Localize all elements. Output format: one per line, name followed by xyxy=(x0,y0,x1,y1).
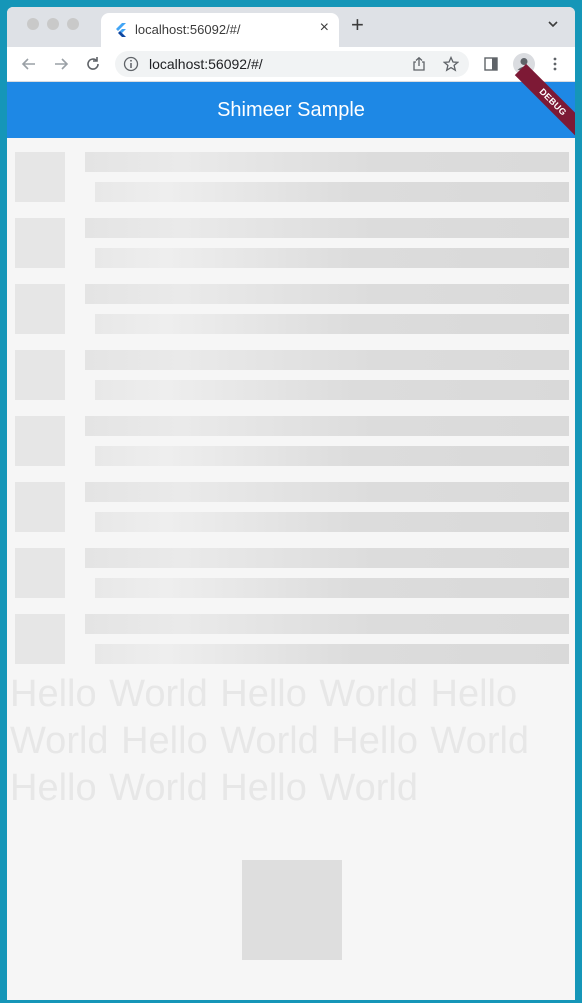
list-item xyxy=(7,548,575,602)
shimmer-thumbnail xyxy=(15,152,65,202)
shimmer-line xyxy=(85,548,569,568)
shimmer-thumbnail xyxy=(15,218,65,268)
shimmer-text: Hello World Hello World Hello World Hell… xyxy=(10,673,530,809)
forward-arrow-icon[interactable] xyxy=(51,54,71,74)
address-bar[interactable]: localhost:56092/#/ xyxy=(115,51,469,77)
shimmer-line xyxy=(85,284,569,304)
minimize-window-button[interactable] xyxy=(47,18,59,30)
shimmer-line xyxy=(85,614,569,634)
tab-title: localhost:56092/#/ xyxy=(135,22,241,37)
reload-icon[interactable] xyxy=(83,54,103,74)
tab-close-icon[interactable]: × xyxy=(320,19,329,37)
chevron-down-icon[interactable] xyxy=(547,18,559,30)
flutter-icon xyxy=(116,23,126,37)
shimmer-line xyxy=(85,218,569,238)
shimmer-line xyxy=(95,446,569,466)
shimmer-line xyxy=(85,416,569,436)
shimmer-box xyxy=(242,860,342,960)
shimmer-line xyxy=(95,578,569,598)
shimmer-line xyxy=(95,248,569,268)
page-title: Shimeer Sample xyxy=(217,99,365,121)
shimmer-line xyxy=(95,644,569,664)
close-window-button[interactable] xyxy=(27,18,39,30)
side-panel-icon[interactable] xyxy=(483,56,499,72)
kebab-menu-icon[interactable] xyxy=(547,56,563,72)
browser-window: localhost:56092/#/ × + localhost:56092/#… xyxy=(7,7,575,1000)
list-item xyxy=(7,218,575,272)
url-text[interactable]: localhost:56092/#/ xyxy=(149,56,263,72)
browser-tab[interactable]: localhost:56092/#/ × xyxy=(101,13,339,47)
shimmer-line xyxy=(85,152,569,172)
new-tab-button[interactable]: + xyxy=(351,12,364,38)
shimmer-thumbnail xyxy=(15,482,65,532)
app-bar: Shimeer Sample DEBUG xyxy=(7,63,575,141)
info-icon[interactable] xyxy=(123,56,139,72)
maximize-window-button[interactable] xyxy=(67,18,79,30)
shimmer-line xyxy=(95,314,569,334)
list-item xyxy=(7,284,575,338)
shimmer-line xyxy=(85,482,569,502)
back-arrow-icon[interactable] xyxy=(19,54,39,74)
shimmer-line xyxy=(95,182,569,202)
shimmer-line xyxy=(95,512,569,532)
list-item xyxy=(7,416,575,470)
list-item xyxy=(7,152,575,206)
shimmer-line xyxy=(85,350,569,370)
list-item xyxy=(7,350,575,404)
browser-toolbar: localhost:56092/#/ xyxy=(7,47,575,82)
shimmer-content: Hello World Hello World Hello World Hell… xyxy=(7,138,575,1000)
shimmer-thumbnail xyxy=(15,614,65,664)
shimmer-thumbnail xyxy=(15,416,65,466)
shimmer-thumbnail xyxy=(15,548,65,598)
list-item xyxy=(7,482,575,536)
shimmer-thumbnail xyxy=(15,350,65,400)
shimmer-line xyxy=(95,380,569,400)
shimmer-thumbnail xyxy=(15,284,65,334)
tab-strip: localhost:56092/#/ × + xyxy=(7,7,575,47)
star-icon[interactable] xyxy=(443,56,459,72)
list-item xyxy=(7,614,575,668)
share-icon[interactable] xyxy=(411,56,427,72)
